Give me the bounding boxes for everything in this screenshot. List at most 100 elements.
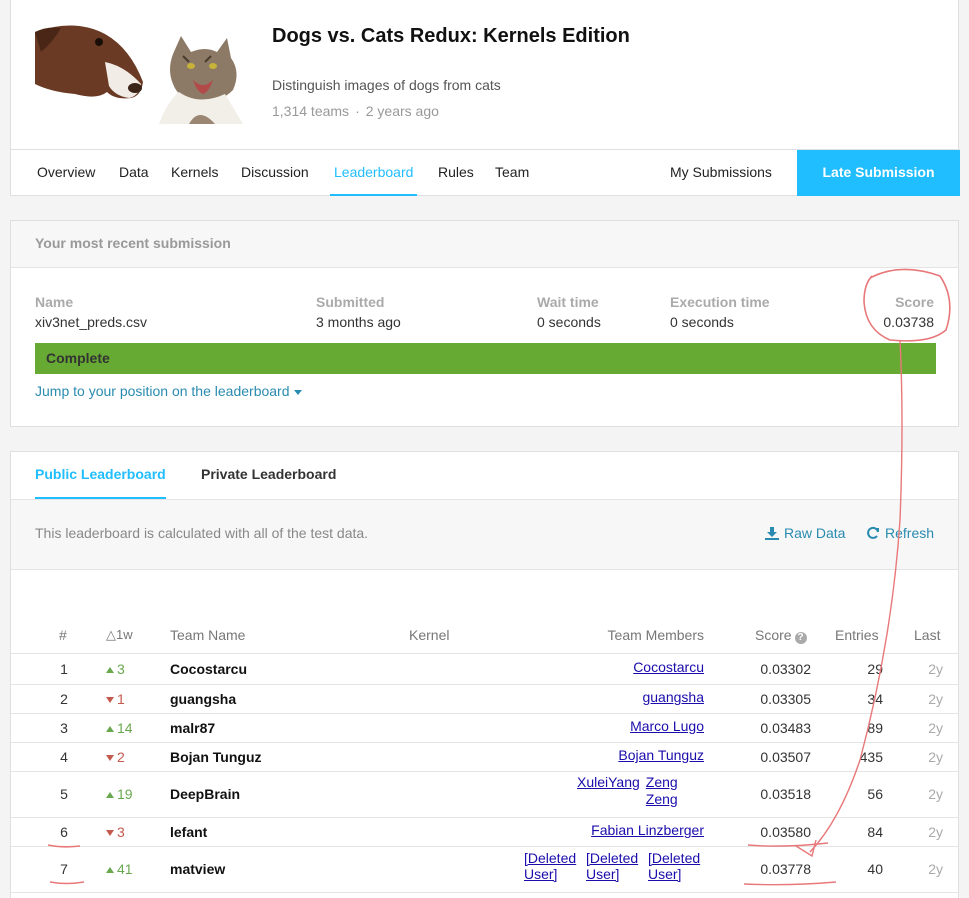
row-team-name[interactable]: malr87 xyxy=(170,720,215,736)
col-delta-header: △1w xyxy=(106,627,133,642)
jump-to-position-link[interactable]: Jump to your position on the leaderboard xyxy=(35,383,302,399)
competition-meta: 1,314 teams · 2 years ago xyxy=(272,103,439,119)
header-divider xyxy=(11,653,958,654)
help-icon: ? xyxy=(794,632,807,644)
row-score: 0.03518 xyxy=(760,786,811,802)
row-entries: 34 xyxy=(867,690,883,707)
raw-data-button[interactable]: Raw Data xyxy=(765,525,845,541)
submitted-label: Submitted xyxy=(316,294,385,310)
team-member-link[interactable]: Marco Lugo xyxy=(630,718,704,734)
rank-change-value: 3 xyxy=(117,823,125,840)
competition-nav: Overview Data Kernels Discussion Leaderb… xyxy=(11,149,960,196)
row-team-name[interactable]: DeepBrain xyxy=(170,786,240,802)
row-rank-change: 3 xyxy=(106,661,125,677)
row-divider xyxy=(11,771,958,772)
tab-rules[interactable]: Rules xyxy=(438,150,474,196)
team-member-link[interactable]: guangsha xyxy=(642,689,704,705)
row-score: 0.03305 xyxy=(760,690,811,707)
tab-data[interactable]: Data xyxy=(119,150,149,196)
rank-change-value: 1 xyxy=(117,690,125,707)
col-team-header: Team Name xyxy=(170,627,246,643)
row-rank-change: 19 xyxy=(106,786,133,802)
jump-link-label: Jump to your position on the leaderboard xyxy=(35,383,290,399)
competition-title: Dogs vs. Cats Redux: Kernels Edition xyxy=(272,25,630,47)
col-score-header[interactable]: Score? xyxy=(755,627,807,644)
team-member-link[interactable]: [Deleted User] xyxy=(648,850,704,882)
row-team-members: XuleiYang Zeng Zeng xyxy=(577,774,686,808)
rank-change-value: 41 xyxy=(117,861,133,877)
rank-down-icon xyxy=(106,696,114,703)
submitted-value: 3 months ago xyxy=(316,314,401,330)
row-divider xyxy=(11,742,958,743)
team-member-link[interactable]: Zeng Zeng xyxy=(646,774,686,808)
row-score: 0.03483 xyxy=(760,719,811,736)
rank-down-icon xyxy=(106,829,114,836)
rank-up-icon xyxy=(106,725,114,732)
row-entries: 29 xyxy=(867,661,883,677)
refresh-label: Refresh xyxy=(885,525,935,541)
row-team-members: Bojan Tunguz xyxy=(618,747,704,763)
row-divider xyxy=(11,684,958,685)
row-team-name[interactable]: Bojan Tunguz xyxy=(170,749,262,765)
execution-time-value: 0 seconds xyxy=(670,314,734,330)
row-divider xyxy=(11,817,958,818)
row-score: 0.03302 xyxy=(760,661,811,677)
leaderboard-card: Public Leaderboard Private Leaderboard T… xyxy=(10,451,959,898)
row-rank: 1 xyxy=(60,661,68,677)
recent-submission-card: Your most recent submission Name xiv3net… xyxy=(10,220,959,427)
chevron-down-icon xyxy=(293,389,302,395)
col-rank-header: # xyxy=(59,627,67,643)
cat-image xyxy=(159,32,247,124)
col-last-header: Last xyxy=(914,627,941,643)
row-score: 0.03507 xyxy=(760,748,811,765)
team-member-link[interactable]: Bojan Tunguz xyxy=(618,747,704,763)
competition-subtitle: Distinguish images of dogs from cats xyxy=(272,77,501,93)
row-rank-change: 2 xyxy=(106,749,125,765)
download-icon xyxy=(765,527,779,540)
refresh-icon xyxy=(867,526,879,539)
leaderboard-info-text: This leaderboard is calculated with all … xyxy=(35,525,369,541)
col-members-header: Team Members xyxy=(607,627,704,643)
my-submissions-link[interactable]: My Submissions xyxy=(670,150,772,196)
col-kernel-header: Kernel xyxy=(409,627,450,643)
row-divider xyxy=(11,713,958,714)
competition-age: 2 years ago xyxy=(365,103,439,119)
row-divider xyxy=(11,846,958,847)
dog-image xyxy=(35,22,145,102)
team-member-link[interactable]: [Deleted User] xyxy=(586,850,642,882)
competition-header: Dogs vs. Cats Redux: Kernels Edition Dis… xyxy=(10,0,960,196)
tab-discussion[interactable]: Discussion xyxy=(241,150,309,196)
submission-score: 0.03738 xyxy=(883,314,934,330)
row-rank: 5 xyxy=(60,786,68,802)
team-member-link[interactable]: Cocostarcu xyxy=(633,659,704,675)
late-submission-button[interactable]: Late Submission xyxy=(797,150,960,196)
row-team-name[interactable]: guangsha xyxy=(170,691,236,707)
team-member-link[interactable]: XuleiYang xyxy=(577,774,640,790)
row-team-name[interactable]: matview xyxy=(170,861,225,877)
row-team-name[interactable]: lefant xyxy=(170,824,207,840)
row-last: 2y xyxy=(928,823,943,840)
row-rank-change: 1 xyxy=(106,691,125,707)
rank-change-value: 19 xyxy=(117,786,133,802)
row-team-name[interactable]: Cocostarcu xyxy=(170,661,247,677)
row-rank: 3 xyxy=(60,719,68,736)
name-label: Name xyxy=(35,294,74,310)
tab-kernels[interactable]: Kernels xyxy=(171,150,218,196)
tab-team[interactable]: Team xyxy=(495,150,529,196)
team-member-link[interactable]: Fabian Linzberger xyxy=(591,822,704,838)
rank-down-icon xyxy=(106,754,114,761)
refresh-button[interactable]: Refresh xyxy=(866,525,934,541)
wait-time-value: 0 seconds xyxy=(537,314,601,330)
tab-private-leaderboard[interactable]: Private Leaderboard xyxy=(201,452,336,499)
tab-overview[interactable]: Overview xyxy=(37,150,95,196)
tab-leaderboard[interactable]: Leaderboard xyxy=(330,150,418,196)
raw-data-label: Raw Data xyxy=(784,525,846,541)
row-last: 2y xyxy=(928,861,943,877)
row-rank: 4 xyxy=(60,748,68,765)
row-last: 2y xyxy=(928,661,943,677)
team-member-link[interactable]: [Deleted User] xyxy=(524,850,580,882)
row-rank: 2 xyxy=(60,690,68,707)
rank-change-value: 3 xyxy=(117,661,125,677)
tab-public-leaderboard[interactable]: Public Leaderboard xyxy=(35,452,166,499)
status-complete-bar: Complete xyxy=(35,343,936,374)
